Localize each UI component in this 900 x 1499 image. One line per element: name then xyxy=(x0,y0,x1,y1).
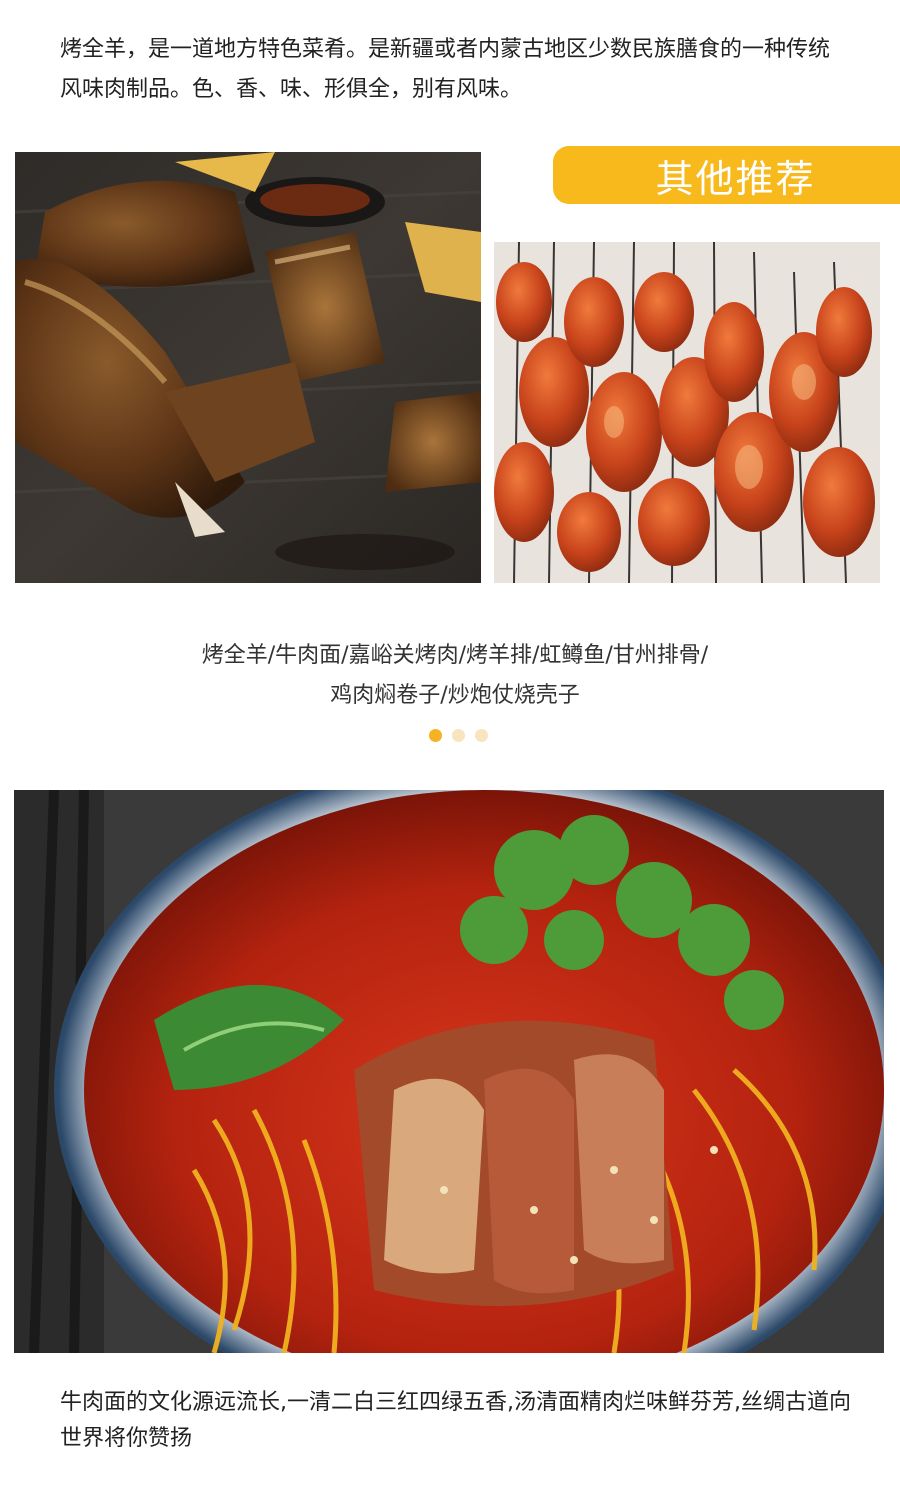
dish-list-line-1: 烤全羊/牛肉面/嘉峪关烤肉/烤羊排/虹鳟鱼/甘州排骨/ xyxy=(201,643,709,668)
recommend-banner: 其他推荐 xyxy=(553,146,900,204)
noodle-caption: 牛肉面的文化源远流长,一清二白三红四绿五香,汤清面精肉烂味鲜芬芳,丝绸古道向世界… xyxy=(60,1390,851,1451)
carousel-dot-3[interactable] xyxy=(475,729,488,742)
skewer-image xyxy=(494,242,880,583)
dish-list: 烤全羊/牛肉面/嘉峪关烤肉/烤羊排/虹鳟鱼/甘州排骨/ 鸡肉焖卷子/炒炮仗烧壳子 xyxy=(60,636,850,716)
carousel-indicator xyxy=(429,729,493,743)
roast-lamb-image xyxy=(15,152,481,583)
carousel-dot-2[interactable] xyxy=(452,729,465,742)
carousel-dot-1[interactable] xyxy=(429,729,442,742)
recommend-title: 其他推荐 xyxy=(655,156,816,201)
intro-text: 烤全羊，是一道地方特色菜肴。是新疆或者内蒙古地区少数民族膳食的一种传统风味肉制品… xyxy=(60,37,831,102)
dish-list-line-2: 鸡肉焖卷子/炒炮仗烧壳子 xyxy=(330,683,580,708)
beef-noodle-image xyxy=(14,790,884,1353)
